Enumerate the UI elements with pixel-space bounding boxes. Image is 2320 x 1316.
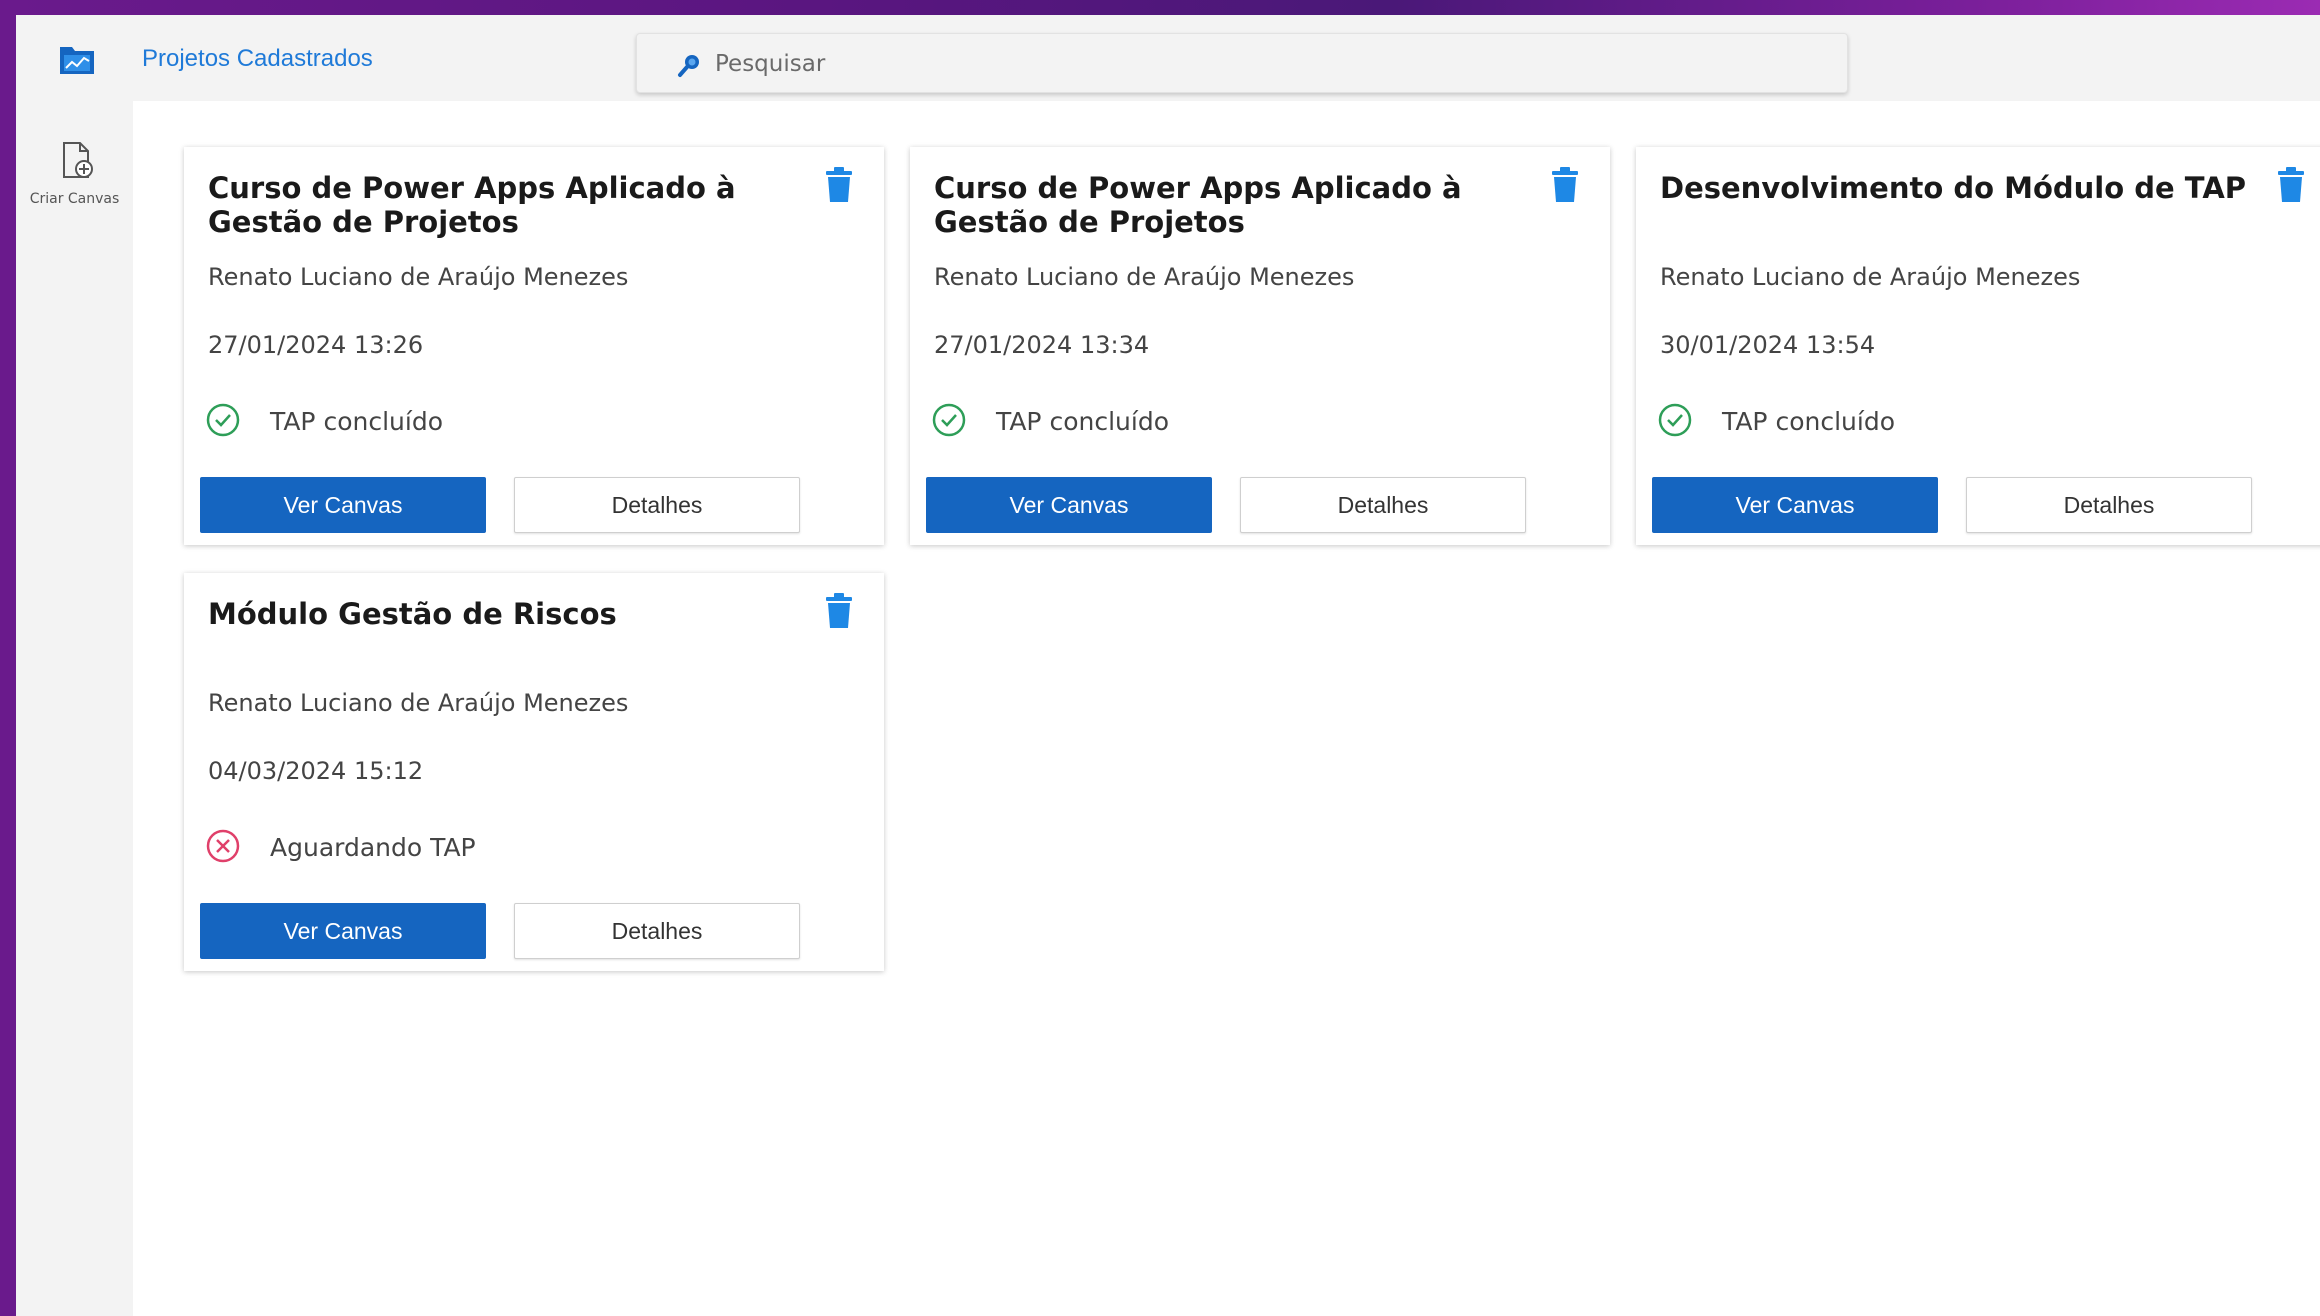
trash-icon[interactable]	[1550, 167, 1580, 203]
search-box[interactable]	[636, 33, 1848, 93]
project-author: Renato Luciano de Araújo Menezes	[1660, 263, 2081, 291]
project-title: Módulo Gestão de Riscos	[208, 597, 617, 631]
create-canvas-button[interactable]: Criar Canvas	[16, 141, 133, 221]
project-status: TAP concluído	[1722, 407, 1895, 436]
x-circle-icon	[206, 829, 240, 863]
project-status: Aguardando TAP	[270, 833, 476, 862]
project-date: 30/01/2024 13:54	[1660, 331, 1876, 359]
project-status: TAP concluído	[996, 407, 1169, 436]
project-title: Curso de Power Apps Aplicado à Gestão de…	[208, 171, 736, 239]
project-status: TAP concluído	[270, 407, 443, 436]
project-card: Curso de Power Apps Aplicado à Gestão de…	[910, 147, 1610, 545]
details-button[interactable]: Detalhes	[1240, 477, 1526, 533]
project-author: Renato Luciano de Araújo Menezes	[208, 689, 629, 717]
project-card: Desenvolvimento do Módulo de TAP Renato …	[1636, 147, 2320, 545]
cards-grid: Curso de Power Apps Aplicado à Gestão de…	[133, 101, 2320, 1316]
sidebar: Criar Canvas	[16, 101, 133, 1316]
search-input[interactable]	[715, 44, 1815, 84]
trash-icon[interactable]	[824, 167, 854, 203]
project-author: Renato Luciano de Araújo Menezes	[934, 263, 1355, 291]
add-document-icon	[63, 142, 93, 178]
check-circle-icon	[1658, 403, 1692, 437]
project-date: 27/01/2024 13:34	[934, 331, 1150, 359]
project-author: Renato Luciano de Araújo Menezes	[208, 263, 629, 291]
check-circle-icon	[206, 403, 240, 437]
view-canvas-button[interactable]: Ver Canvas	[200, 903, 486, 959]
project-card: Módulo Gestão de Riscos Renato Luciano d…	[184, 573, 884, 971]
project-title: Curso de Power Apps Aplicado à Gestão de…	[934, 171, 1462, 239]
top-bar: Projetos Cadastrados	[16, 15, 2320, 101]
page-title: Projetos Cadastrados	[142, 45, 373, 72]
project-card: Curso de Power Apps Aplicado à Gestão de…	[184, 147, 884, 545]
create-canvas-label: Criar Canvas	[29, 191, 120, 207]
view-canvas-button[interactable]: Ver Canvas	[926, 477, 1212, 533]
project-date: 27/01/2024 13:26	[208, 331, 424, 359]
search-icon	[678, 55, 699, 77]
app-window: Projetos Cadastrados Criar Canvas C	[16, 15, 2320, 1316]
trash-icon[interactable]	[824, 593, 854, 629]
view-canvas-button[interactable]: Ver Canvas	[200, 477, 486, 533]
project-date: 04/03/2024 15:12	[208, 757, 424, 785]
trash-icon[interactable]	[2276, 167, 2306, 203]
details-button[interactable]: Detalhes	[1966, 477, 2252, 533]
check-circle-icon	[932, 403, 966, 437]
details-button[interactable]: Detalhes	[514, 903, 800, 959]
folder-chart-icon	[60, 47, 94, 74]
view-canvas-button[interactable]: Ver Canvas	[1652, 477, 1938, 533]
project-title: Desenvolvimento do Módulo de TAP	[1660, 171, 2247, 205]
details-button[interactable]: Detalhes	[514, 477, 800, 533]
